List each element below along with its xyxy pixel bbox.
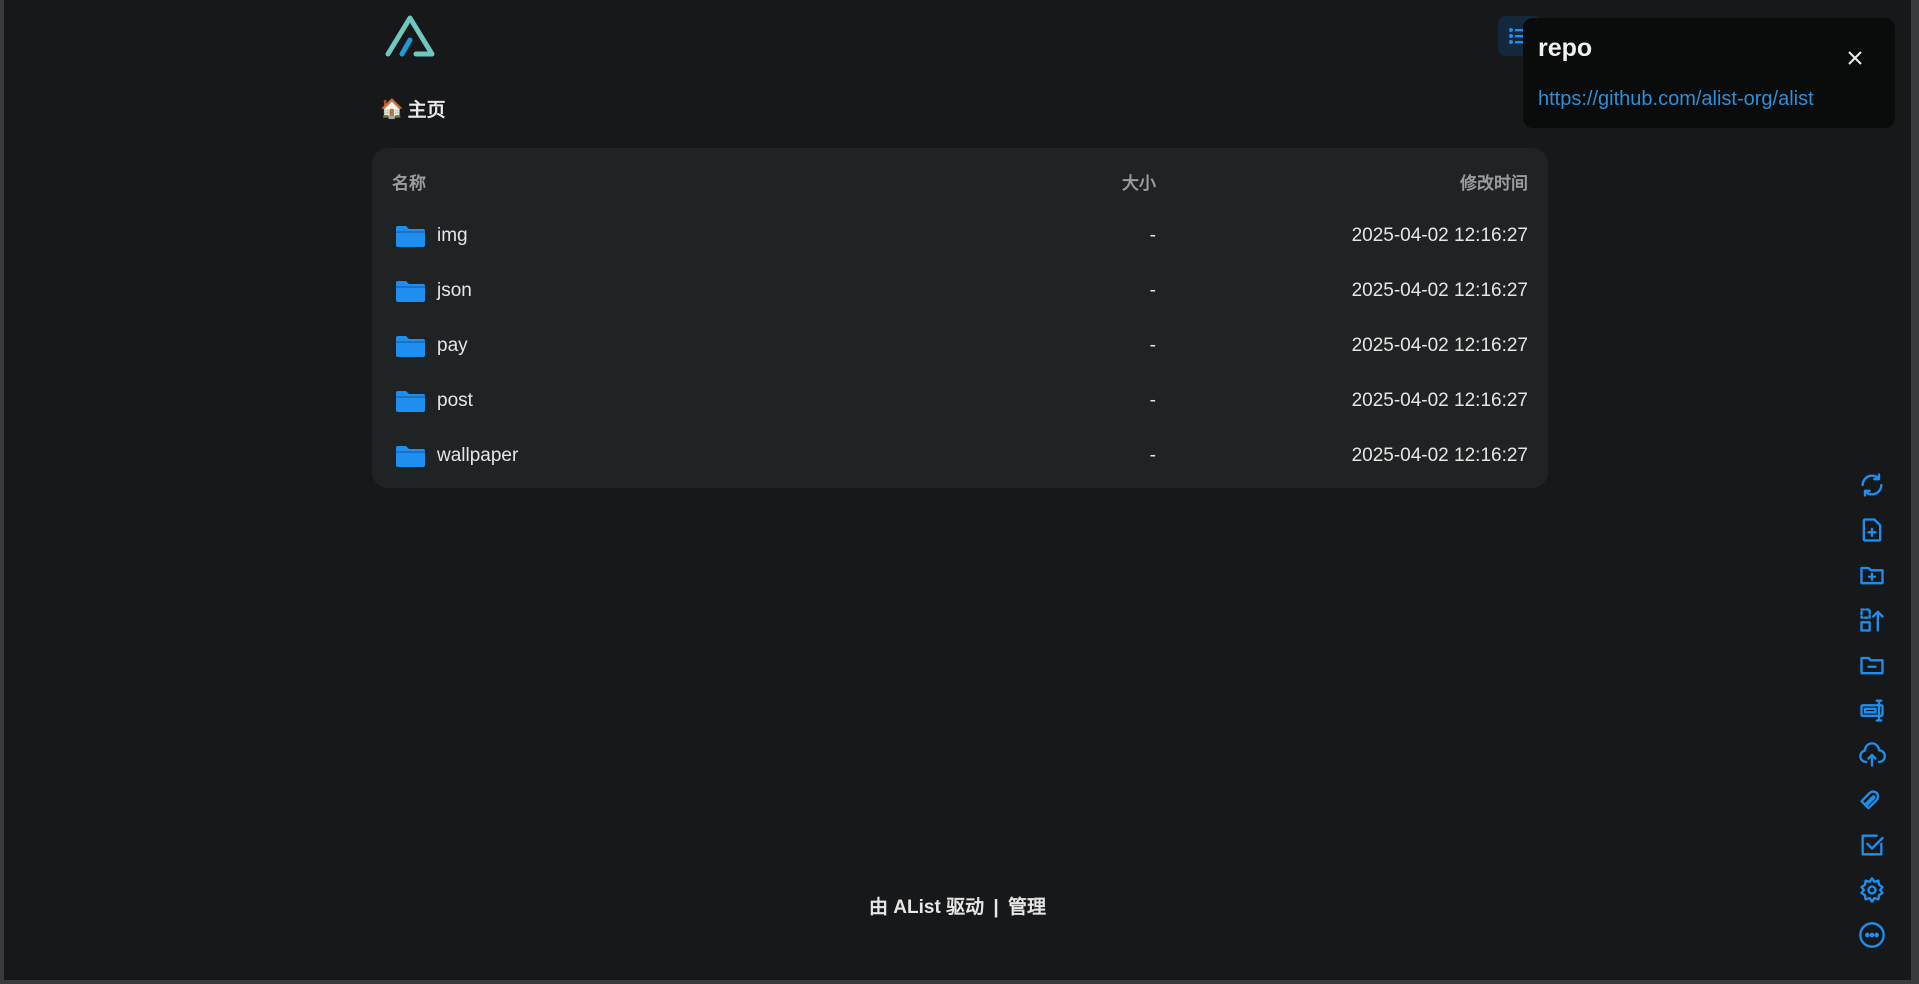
file-name-cell: wallpaper bbox=[396, 445, 518, 467]
recursive-move-icon bbox=[1860, 608, 1884, 632]
new-file-button[interactable] bbox=[1855, 513, 1889, 547]
notification-popup: repo https://github.com/alist-org/alist bbox=[1523, 18, 1895, 128]
folder-icon bbox=[396, 280, 425, 302]
manage-link[interactable]: 管理 bbox=[1008, 897, 1046, 918]
table-row[interactable]: json - 2025-04-02 12:16:27 bbox=[372, 263, 1548, 318]
home-icon: 🏠 bbox=[380, 98, 404, 120]
batch-rename-icon bbox=[1860, 699, 1884, 722]
close-icon[interactable] bbox=[1845, 48, 1865, 68]
file-size: - bbox=[1149, 444, 1156, 466]
file-name[interactable]: post bbox=[437, 390, 473, 412]
new-file-icon bbox=[1862, 518, 1882, 542]
file-name-cell: img bbox=[396, 225, 468, 247]
folder-icon bbox=[396, 445, 425, 467]
magnet-icon bbox=[1860, 790, 1880, 810]
file-name[interactable]: img bbox=[437, 225, 468, 247]
folder-icon bbox=[396, 390, 425, 412]
file-name-cell: post bbox=[396, 390, 473, 412]
table-row[interactable]: post - 2025-04-02 12:16:27 bbox=[372, 373, 1548, 428]
more-button[interactable] bbox=[1855, 918, 1889, 952]
column-modified-header[interactable]: 修改时间 bbox=[1460, 169, 1528, 194]
column-name-header[interactable]: 名称 bbox=[392, 169, 426, 194]
file-size: - bbox=[1149, 334, 1156, 356]
repo-link[interactable]: https://github.com/alist-org/alist bbox=[1538, 88, 1814, 111]
file-name-cell: json bbox=[396, 280, 472, 302]
new-folder-icon bbox=[1860, 566, 1884, 585]
file-modified: 2025-04-02 12:16:27 bbox=[1351, 334, 1528, 356]
file-modified: 2025-04-02 12:16:27 bbox=[1351, 279, 1528, 301]
alist-link[interactable]: 由 AList 驱动 bbox=[869, 897, 984, 918]
folder-icon bbox=[396, 335, 425, 357]
column-size-header[interactable]: 大小 bbox=[1122, 169, 1156, 194]
file-name[interactable]: json bbox=[437, 280, 472, 302]
footer: 由 AList 驱动 | 管理 bbox=[4, 892, 1911, 919]
table-row[interactable]: pay - 2025-04-02 12:16:27 bbox=[372, 318, 1548, 373]
file-modified: 2025-04-02 12:16:27 bbox=[1351, 224, 1528, 246]
table-row[interactable]: img - 2025-04-02 12:16:27 bbox=[372, 208, 1548, 263]
more-icon bbox=[1859, 922, 1885, 948]
table-header: 名称 大小 修改时间 bbox=[372, 154, 1548, 209]
upload-icon bbox=[1859, 742, 1886, 767]
breadcrumb-home[interactable]: 🏠 主页 bbox=[380, 95, 446, 122]
remove-empty-folder-button[interactable] bbox=[1855, 648, 1889, 682]
batch-rename-button[interactable] bbox=[1855, 693, 1889, 727]
folder-icon bbox=[396, 225, 425, 247]
file-name[interactable]: pay bbox=[437, 335, 468, 357]
remove-empty-folder-icon bbox=[1860, 656, 1884, 675]
upload-button[interactable] bbox=[1855, 738, 1889, 772]
right-toolbar bbox=[1855, 468, 1889, 963]
file-name[interactable]: wallpaper bbox=[437, 445, 518, 467]
file-list: 名称 大小 修改时间 img - 2025-04-02 12:16:27 json - 2… bbox=[372, 148, 1548, 488]
file-size: - bbox=[1149, 389, 1156, 411]
toggle-checkbox-button[interactable] bbox=[1855, 828, 1889, 862]
table-row[interactable]: wallpaper - 2025-04-02 12:16:27 bbox=[372, 428, 1548, 483]
file-modified: 2025-04-02 12:16:27 bbox=[1351, 444, 1528, 466]
breadcrumb-label: 主页 bbox=[407, 100, 446, 121]
new-folder-button[interactable] bbox=[1855, 558, 1889, 592]
offline-download-button[interactable] bbox=[1855, 783, 1889, 817]
popup-title: repo bbox=[1538, 34, 1593, 62]
alist-logo[interactable] bbox=[382, 12, 438, 60]
file-size: - bbox=[1149, 279, 1156, 301]
app-window: 🏠 主页 名称 大小 修改时间 img -2025-04-02 12:16:27 j… bbox=[4, 0, 1911, 980]
file-name-cell: pay bbox=[396, 335, 468, 357]
checkbox-icon bbox=[1861, 834, 1884, 856]
file-size: - bbox=[1149, 224, 1156, 246]
refresh-button[interactable] bbox=[1855, 468, 1889, 502]
footer-separator: | bbox=[993, 897, 999, 918]
refresh-icon bbox=[1861, 473, 1883, 497]
recursive-move-button[interactable] bbox=[1855, 603, 1889, 637]
file-modified: 2025-04-02 12:16:27 bbox=[1351, 389, 1528, 411]
